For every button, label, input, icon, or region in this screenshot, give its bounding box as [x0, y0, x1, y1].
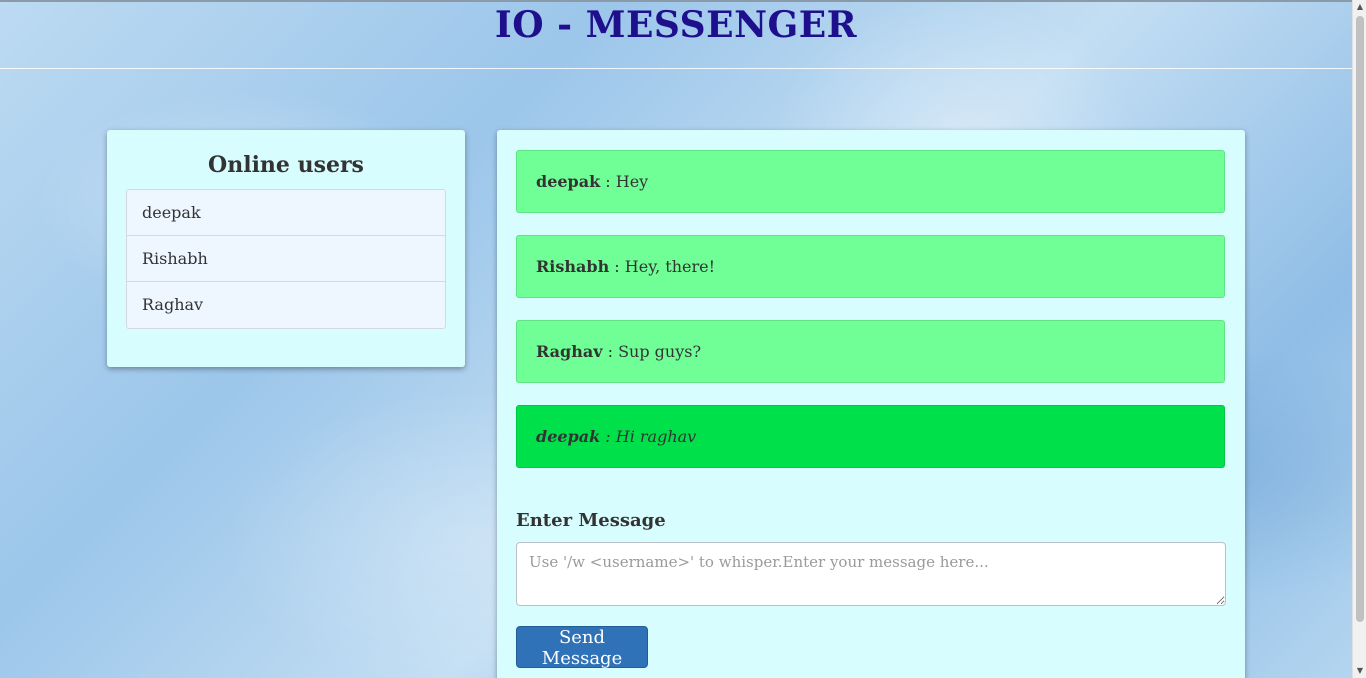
- message-text: Sup guys?: [618, 342, 702, 361]
- chat-message: deepak : Hey: [516, 150, 1225, 213]
- message-input[interactable]: [516, 542, 1226, 606]
- scroll-up-arrow-icon[interactable]: ▲: [1353, 0, 1366, 14]
- app-header: IO - MESSENGER: [0, 2, 1352, 69]
- message-username: deepak: [536, 172, 601, 191]
- send-message-button[interactable]: Send Message: [516, 626, 648, 669]
- chat-message: Rishabh : Hey, there!: [516, 235, 1225, 298]
- chat-panel: deepak : Hey Rishabh : Hey, there! Ragha…: [497, 130, 1245, 678]
- message-separator: :: [600, 427, 616, 446]
- user-list-item: Rishabh: [127, 236, 445, 282]
- message-separator: :: [609, 257, 625, 276]
- scroll-down-arrow-icon[interactable]: ▼: [1353, 664, 1366, 678]
- app-title: IO - MESSENGER: [494, 4, 858, 46]
- message-text: Hi raghav: [615, 427, 697, 446]
- scrollbar-thumb[interactable]: [1356, 16, 1364, 622]
- message-separator: :: [600, 172, 616, 191]
- message-username: Raghav: [536, 342, 603, 361]
- online-users-title: Online users: [208, 152, 364, 178]
- online-users-list: deepak Rishabh Raghav: [126, 189, 446, 329]
- chat-message: Raghav : Sup guys?: [516, 320, 1225, 383]
- user-list-item: deepak: [127, 190, 445, 236]
- enter-message-label: Enter Message: [516, 510, 666, 531]
- message-text: Hey, there!: [624, 257, 716, 276]
- message-username: deepak: [536, 427, 601, 446]
- whisper-message: deepak : Hi raghav: [516, 405, 1225, 468]
- message-text: Hey: [615, 172, 649, 191]
- message-username: Rishabh: [536, 257, 610, 276]
- page-scrollbar[interactable]: ▲ ▼: [1352, 0, 1366, 678]
- message-separator: :: [602, 342, 619, 361]
- online-users-panel: Online users deepak Rishabh Raghav: [107, 130, 465, 367]
- user-list-item: Raghav: [142, 295, 204, 314]
